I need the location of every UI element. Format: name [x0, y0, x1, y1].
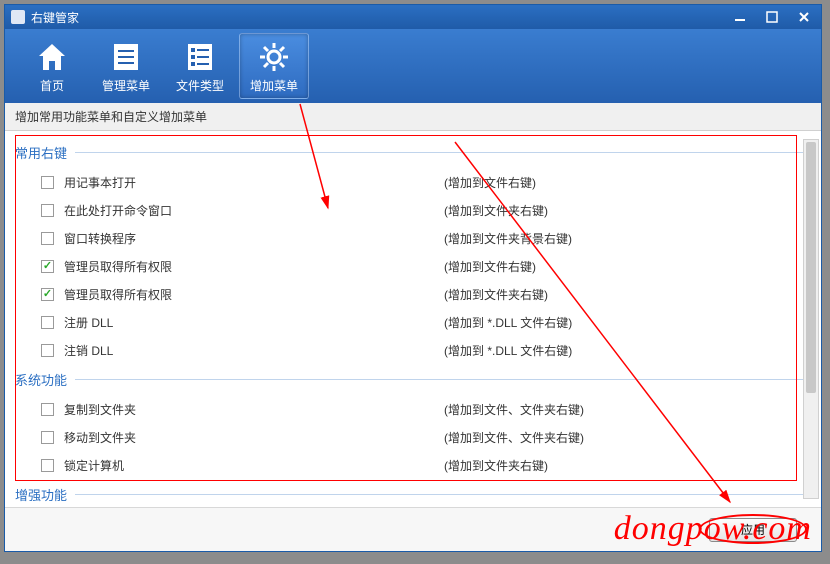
window-controls [729, 8, 815, 26]
checkbox[interactable] [41, 260, 54, 273]
option-label: 移动到文件夹 [64, 429, 444, 446]
close-button[interactable] [793, 8, 815, 26]
option-lock-computer[interactable]: 锁定计算机 (增加到文件夹右键) [15, 451, 811, 479]
checkbox[interactable] [41, 316, 54, 329]
subtitle-text: 增加常用功能菜单和自定义增加菜单 [15, 110, 207, 124]
app-window: 右键管家 首页 管理菜单 [4, 4, 822, 552]
option-desc: (增加到文件、文件夹右键) [444, 429, 584, 446]
checkbox[interactable] [41, 431, 54, 444]
apply-button[interactable]: 应用 [709, 518, 797, 542]
toolbar: 首页 管理菜单 文件类型 增加菜单 [5, 29, 821, 103]
option-desc: (增加到 *.DLL 文件右键) [444, 314, 572, 331]
group-enhance: 增强功能 [15, 485, 811, 504]
checkbox[interactable] [41, 344, 54, 357]
checkbox[interactable] [41, 176, 54, 189]
app-icon [11, 10, 25, 24]
titlebar-left: 右键管家 [11, 9, 79, 26]
option-desc: (增加到文件右键) [444, 174, 536, 191]
home-tab[interactable]: 首页 [17, 33, 87, 99]
option-label: 锁定计算机 [64, 457, 444, 474]
maximize-button[interactable] [761, 8, 783, 26]
option-desc: (增加到文件、文件夹右键) [444, 401, 584, 418]
option-label: 管理员取得所有权限 [64, 286, 444, 303]
tab-label: 增加菜单 [250, 77, 298, 94]
option-notepad-open[interactable]: 用记事本打开 (增加到文件右键) [15, 168, 811, 196]
manage-menu-tab[interactable]: 管理菜单 [91, 33, 161, 99]
content-area: 常用右键 用记事本打开 (增加到文件右键) 在此处打开命令窗口 (增加到文件夹右… [5, 131, 821, 507]
checkbox[interactable] [41, 403, 54, 416]
vertical-scrollbar[interactable] [803, 139, 819, 499]
option-label: 复制到文件夹 [64, 401, 444, 418]
option-move-to-folder[interactable]: 移动到文件夹 (增加到文件、文件夹右键) [15, 423, 811, 451]
option-label: 注销 DLL [64, 342, 444, 359]
group-common: 常用右键 用记事本打开 (增加到文件右键) 在此处打开命令窗口 (增加到文件夹右… [15, 143, 811, 364]
home-icon [34, 39, 70, 75]
group-title: 增强功能 [15, 485, 811, 504]
option-label: 在此处打开命令窗口 [64, 202, 444, 219]
group-system: 系统功能 复制到文件夹 (增加到文件、文件夹右键) 移动到文件夹 (增加到文件、… [15, 370, 811, 479]
group-title: 常用右键 [15, 143, 811, 162]
list-icon [108, 39, 144, 75]
checkbox[interactable] [41, 459, 54, 472]
tab-label: 文件类型 [176, 77, 224, 94]
subtitle-bar: 增加常用功能菜单和自定义增加菜单 [5, 103, 821, 131]
minimize-button[interactable] [729, 8, 751, 26]
option-window-switch[interactable]: 窗口转换程序 (增加到文件夹背景右键) [15, 224, 811, 252]
checklist-icon [182, 39, 218, 75]
option-desc: (增加到文件夹右键) [444, 286, 548, 303]
add-menu-tab[interactable]: 增加菜单 [239, 33, 309, 99]
checkbox[interactable] [41, 232, 54, 245]
option-cmd-here[interactable]: 在此处打开命令窗口 (增加到文件夹右键) [15, 196, 811, 224]
checkbox[interactable] [41, 204, 54, 217]
option-desc: (增加到文件右键) [444, 258, 536, 275]
option-label: 窗口转换程序 [64, 230, 444, 247]
option-desc: (增加到文件夹右键) [444, 457, 548, 474]
option-label: 用记事本打开 [64, 174, 444, 191]
option-admin-file[interactable]: 管理员取得所有权限 (增加到文件右键) [15, 252, 811, 280]
tab-label: 管理菜单 [102, 77, 150, 94]
bottom-bar: 应用 [5, 507, 821, 551]
gear-icon [256, 39, 292, 75]
app-title: 右键管家 [31, 9, 79, 26]
tab-label: 首页 [40, 77, 64, 94]
titlebar: 右键管家 [5, 5, 821, 29]
option-desc: (增加到文件夹背景右键) [444, 230, 572, 247]
option-register-dll[interactable]: 注册 DLL (增加到 *.DLL 文件右键) [15, 308, 811, 336]
option-admin-folder[interactable]: 管理员取得所有权限 (增加到文件夹右键) [15, 280, 811, 308]
filetype-tab[interactable]: 文件类型 [165, 33, 235, 99]
option-label: 注册 DLL [64, 314, 444, 331]
group-title: 系统功能 [15, 370, 811, 389]
option-copy-to-folder[interactable]: 复制到文件夹 (增加到文件、文件夹右键) [15, 395, 811, 423]
option-desc: (增加到文件夹右键) [444, 202, 548, 219]
checkbox[interactable] [41, 288, 54, 301]
option-unregister-dll[interactable]: 注销 DLL (增加到 *.DLL 文件右键) [15, 336, 811, 364]
option-label: 管理员取得所有权限 [64, 258, 444, 275]
option-desc: (增加到 *.DLL 文件右键) [444, 342, 572, 359]
scroll-thumb[interactable] [806, 142, 816, 393]
